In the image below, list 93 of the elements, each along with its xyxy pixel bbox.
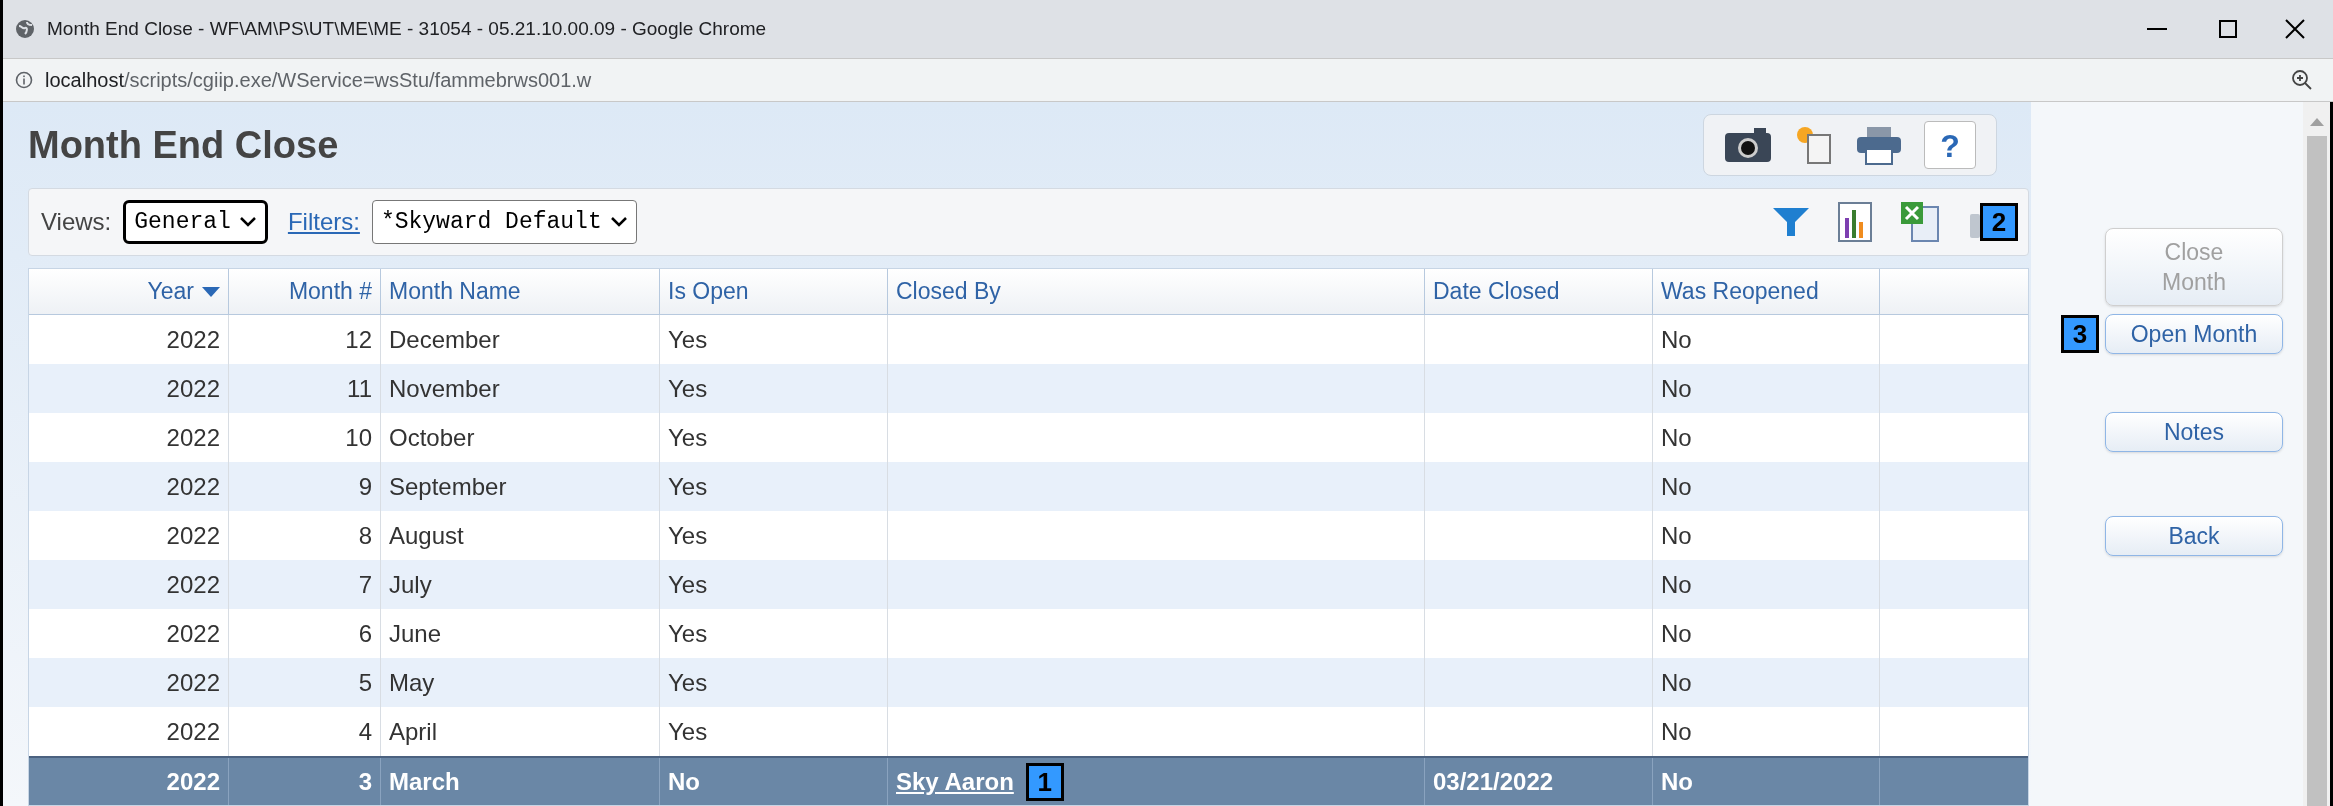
table-cell-text: 11: [347, 373, 372, 404]
help-button[interactable]: ?: [1924, 121, 1976, 169]
chevron-icon: [609, 216, 628, 228]
sort-down-icon: [202, 286, 220, 297]
table-cell-text: Yes: [668, 324, 708, 355]
column-header[interactable]: Was Reopened: [1653, 269, 1880, 314]
table-row[interactable]: 2022 11 November Yes No: [29, 364, 2028, 413]
filters-dropdown[interactable]: *Skyward Default: [371, 200, 637, 244]
print-icon[interactable]: [1856, 125, 1902, 165]
table-row[interactable]: 2022 7 July Yes No: [29, 560, 2028, 609]
table-cell-text: March: [389, 766, 460, 797]
table-cell-text: 2022: [166, 716, 220, 747]
table-cell-text: 2022: [166, 324, 220, 355]
table-cell-text: Yes: [668, 520, 708, 551]
filters-link[interactable]: Filters:: [287, 204, 360, 240]
info-icon[interactable]: [15, 71, 33, 89]
table-cell-text: 7: [358, 569, 372, 600]
table-cell-text: November: [389, 373, 500, 404]
views-dropdown[interactable]: General: [123, 200, 268, 244]
table-row[interactable]: 2022 5 May Yes No: [29, 658, 2028, 707]
new-document-icon[interactable]: [1794, 125, 1834, 165]
spreadsheet-icon[interactable]: [1900, 201, 1940, 243]
table-cell-text: Yes: [668, 716, 708, 747]
table-cell-text: Yes: [668, 618, 708, 649]
table-cell-text: No: [1661, 520, 1692, 551]
table-cell-text: 10: [345, 422, 372, 453]
table-cell-text: No: [1661, 471, 1692, 502]
table-cell-text: 2022: [166, 373, 220, 404]
table-cell-text: 9: [358, 471, 372, 502]
table-cell-text: No: [1661, 324, 1692, 355]
table-cell-text: June: [389, 618, 442, 649]
table-cell-text: No: [1661, 373, 1692, 404]
action-button[interactable]: Open Month: [2105, 314, 2283, 354]
close-icon[interactable]: [2285, 19, 2305, 39]
maximize-icon[interactable]: [2219, 20, 2237, 38]
column-header[interactable]: Is Open: [660, 269, 888, 314]
table-cell-text: No: [1661, 569, 1692, 600]
table-cell-text: Yes: [668, 667, 708, 698]
table-cell-text: 8: [358, 520, 372, 551]
globe-icon: [15, 19, 35, 39]
table-cell-text: 3: [358, 766, 372, 797]
table-cell-text: 2022: [166, 471, 220, 502]
table-cell-text: August: [389, 520, 464, 551]
scrollbar[interactable]: [2303, 102, 2333, 806]
user-link[interactable]: Sky Aaron: [896, 763, 1014, 800]
column-header[interactable]: Closed By: [888, 269, 1425, 314]
callout-badge: 1: [1025, 762, 1064, 801]
camera-icon[interactable]: [1724, 127, 1772, 163]
table-cell-text: No: [1661, 716, 1692, 747]
callout-badge: 3: [2061, 315, 2099, 353]
table-cell-text: April: [389, 716, 437, 747]
action-button[interactable]: Back: [2105, 516, 2283, 556]
zoom-icon[interactable]: [2291, 69, 2313, 91]
table-cell-text: 2022: [166, 618, 220, 649]
table-cell-text: October: [389, 422, 475, 453]
views-label: Views:: [41, 207, 112, 237]
table-cell-text: 4: [358, 716, 372, 747]
column-header[interactable]: Month #: [229, 269, 381, 314]
table-cell-text: Yes: [668, 422, 708, 453]
table-cell-text: Yes: [668, 373, 708, 404]
bar-chart-icon[interactable]: [1838, 202, 1872, 242]
window-title: Month End Close - WF\AM\PS\UT\ME\ME - 31054 - 05.21.10.00.09 - Google Chrome: [47, 16, 768, 41]
table-cell-text: 2022: [166, 569, 220, 600]
table-cell-text: December: [389, 324, 500, 355]
table-cell-text: 2022: [166, 422, 220, 453]
table-cell-text: 2022: [166, 520, 220, 551]
table-cell-text: No: [1661, 618, 1692, 649]
table-cell-text: No: [1661, 422, 1692, 453]
table-cell-text: No: [1661, 766, 1693, 797]
table-row[interactable]: 2022 3 March No Sky Aaron 1 03/21/2022 No: [29, 756, 2028, 805]
column-header[interactable]: Year: [29, 269, 229, 314]
filter-icon[interactable]: [1772, 206, 1810, 238]
table-cell-text: No: [668, 766, 700, 797]
table-cell-text: No: [1661, 667, 1692, 698]
table-cell-text: July: [389, 569, 432, 600]
table-row[interactable]: 2022 9 September Yes No: [29, 462, 2028, 511]
callout-badge: 2: [1980, 203, 2018, 241]
url-text[interactable]: localhost/scripts/cgiip.exe/WService=wsStu/fammebrws001.w: [45, 65, 2279, 95]
table-cell-text: May: [389, 667, 435, 698]
column-header[interactable]: Month Name: [381, 269, 660, 314]
table-cell-text: September: [389, 471, 507, 502]
page-title: Month End Close: [28, 122, 340, 168]
action-button[interactable]: Notes: [2105, 412, 2283, 452]
table-cell-text: 2022: [166, 667, 220, 698]
chevron-icon: [238, 216, 257, 228]
table-cell-text: Yes: [668, 471, 708, 502]
table-cell-text: 03/21/2022: [1433, 766, 1554, 797]
column-header[interactable]: Date Closed: [1425, 269, 1653, 314]
table-cell-text: 12: [345, 324, 372, 355]
table-cell-text: 2022: [166, 766, 220, 797]
table-cell-text: Yes: [668, 569, 708, 600]
table-cell-text: 6: [358, 618, 372, 649]
table-cell-text: 5: [358, 667, 372, 698]
